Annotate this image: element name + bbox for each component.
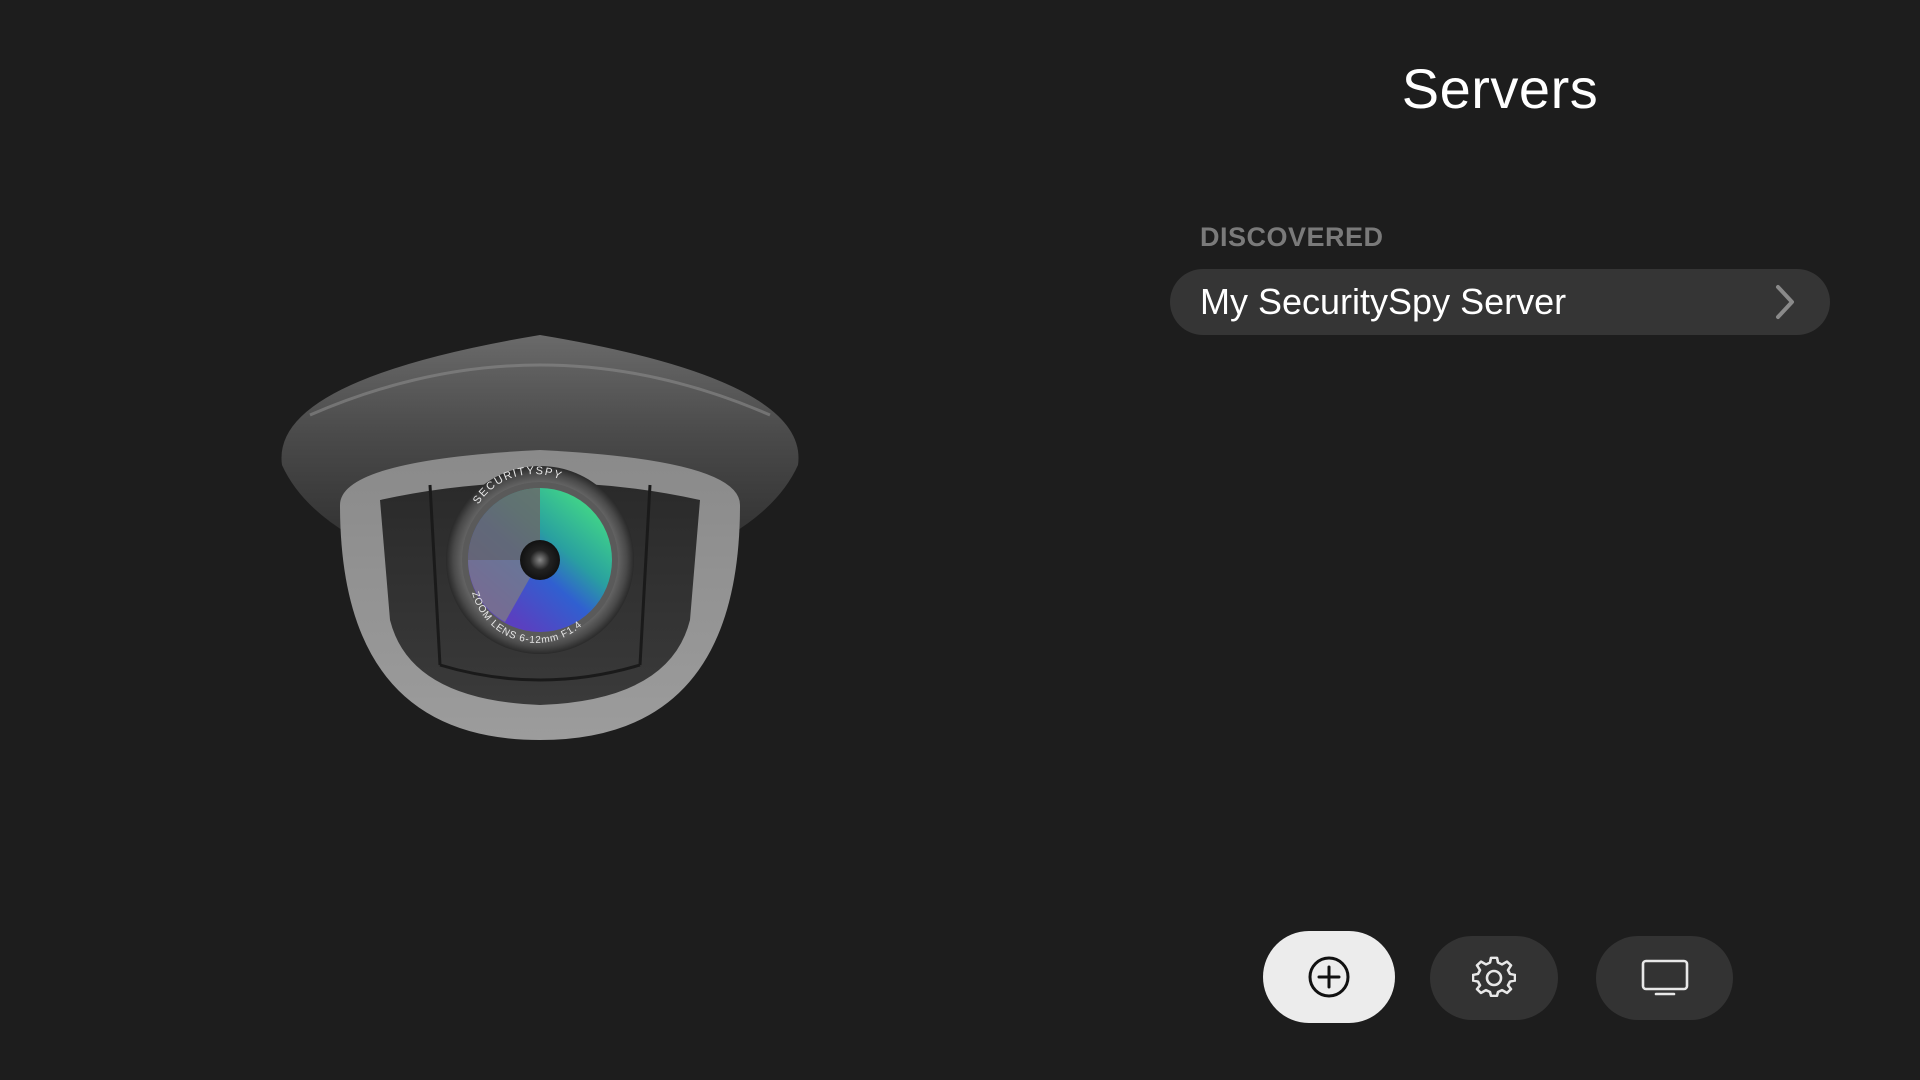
- settings-button[interactable]: [1430, 936, 1558, 1020]
- section-header-discovered: DISCOVERED: [1200, 222, 1384, 252]
- servers-screen: SECURITYSPY ZOOM LENS 6-12mm F1.4 Server…: [0, 0, 1920, 1080]
- display-icon: [1641, 959, 1688, 996]
- server-name: My SecuritySpy Server: [1200, 281, 1567, 322]
- chevron-right-icon: [1776, 285, 1794, 319]
- camera-illustration: SECURITYSPY ZOOM LENS 6-12mm F1.4: [281, 335, 799, 740]
- page-title: Servers: [1401, 57, 1599, 120]
- server-list-item[interactable]: My SecuritySpy Server: [1170, 269, 1830, 335]
- add-circle-icon: [1308, 956, 1350, 998]
- add-server-button[interactable]: [1263, 931, 1395, 1023]
- gear-icon: [1472, 956, 1516, 998]
- display-button[interactable]: [1596, 936, 1733, 1020]
